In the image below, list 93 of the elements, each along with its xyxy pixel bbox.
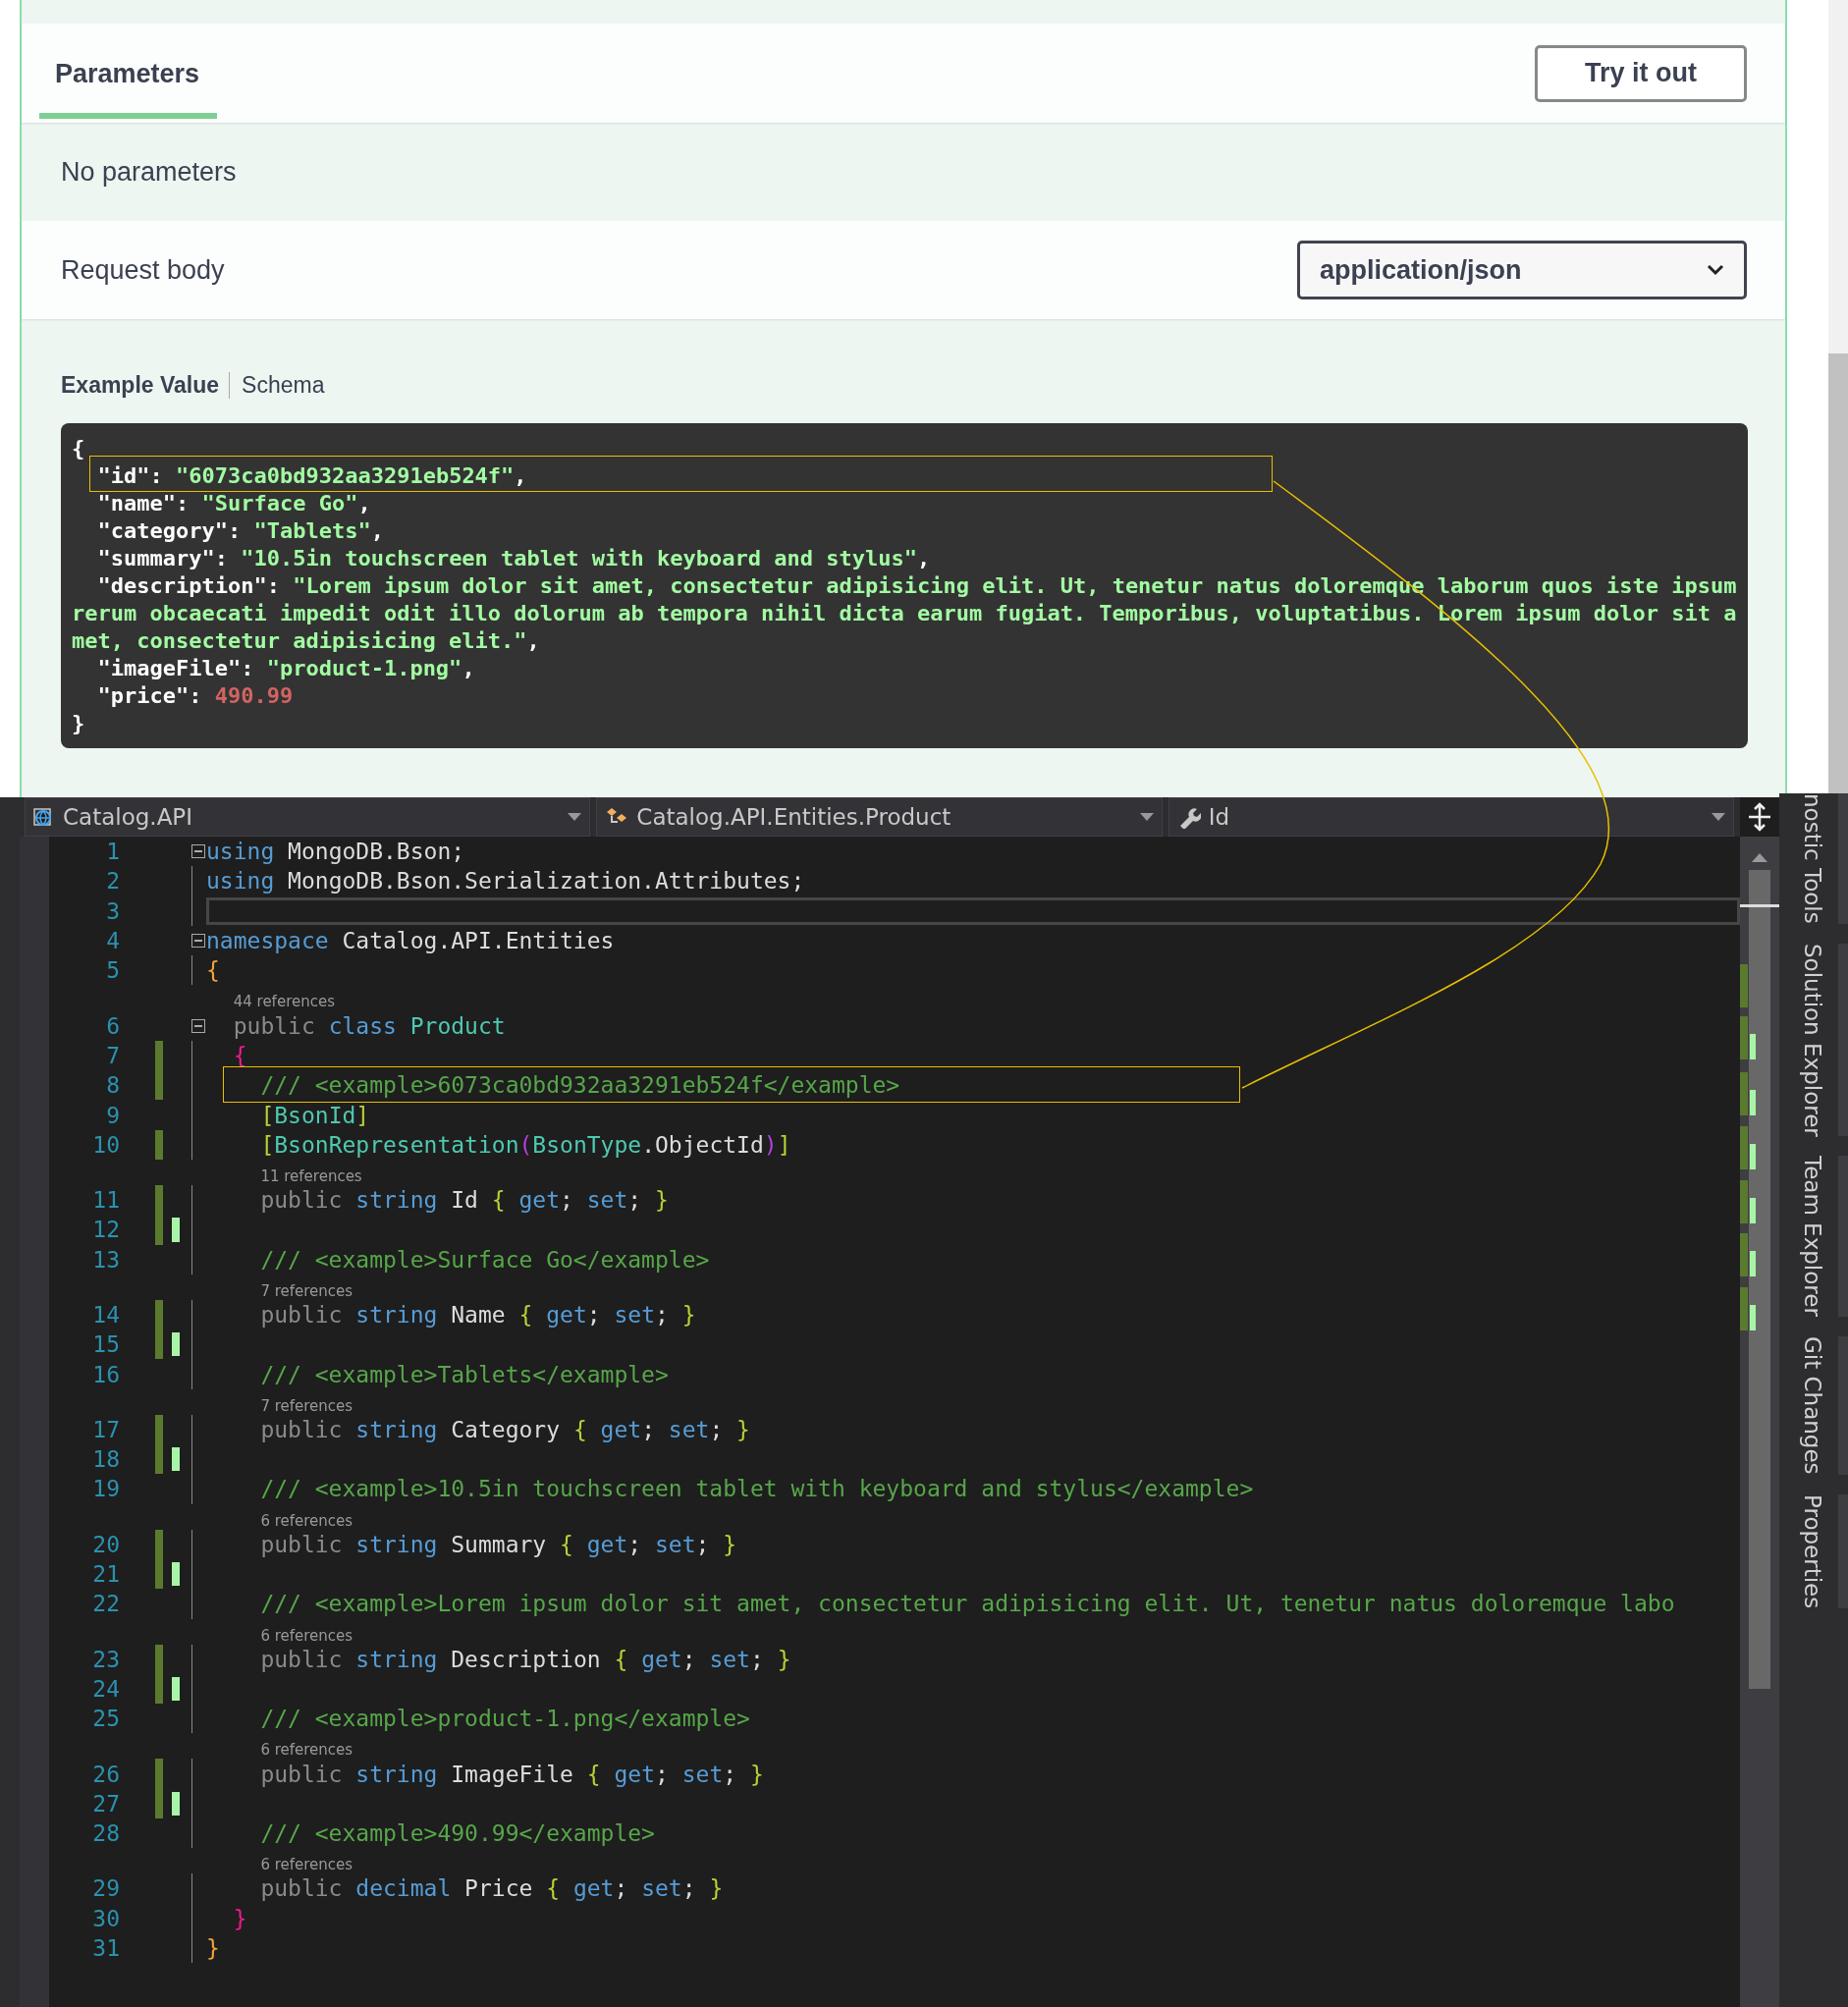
json-line: "category": "Tablets", (96, 518, 384, 543)
line-number: 3 (105, 897, 120, 924)
codelens-references[interactable]: 6 references (260, 1741, 353, 1760)
json-line: "summary": "10.5in touchscreen tablet with keyboard and stylus", (96, 546, 931, 570)
line-number: 25 (91, 1706, 120, 1732)
codelens-references[interactable]: 6 references (260, 1856, 353, 1874)
navigation-dropdown[interactable]: Catalog.API.Entities.Product (596, 797, 1163, 837)
code-line: { (206, 957, 220, 984)
code-line: using MongoDB.Bson; (206, 839, 465, 865)
collapse-icon[interactable] (191, 1018, 205, 1033)
line-number: 23 (91, 1646, 120, 1672)
example-tab[interactable]: Schema (229, 371, 335, 399)
parameters-tab[interactable]: Parameters (39, 37, 218, 119)
code-line: /// <example>product-1.png</example> (259, 1706, 750, 1732)
codelens-references[interactable]: 6 references (260, 1511, 353, 1530)
code-line: /// <example>490.99</example> (259, 1820, 655, 1847)
line-number: 29 (91, 1875, 120, 1902)
line-number: 15 (91, 1331, 120, 1358)
code-line: /// <example>Tablets</example> (259, 1361, 669, 1387)
code-line: public string Category { get; set; } (259, 1416, 750, 1442)
line-number: 19 (91, 1476, 120, 1502)
codelens-references[interactable]: 44 references (233, 993, 335, 1011)
line-number: 30 (91, 1905, 120, 1931)
json-line: "imageFile": "product-1.png", (96, 656, 475, 680)
code-line: public string Name { get; set; } (259, 1302, 696, 1328)
split-icon[interactable] (1747, 802, 1772, 832)
line-number: 26 (91, 1761, 120, 1787)
tool-window-tab[interactable]: Team Explorer (1793, 1156, 1848, 1318)
codelens-references[interactable]: 6 references (260, 1626, 353, 1645)
try-it-out-button[interactable]: Try it out (1535, 44, 1747, 102)
code-line: public decimal Price { get; set; } (259, 1875, 724, 1902)
tool-window-tab[interactable]: nostic Tools (1793, 793, 1848, 924)
collapse-icon[interactable] (191, 934, 205, 949)
no-parameters-text: No parameters (61, 156, 237, 188)
tool-window-tab[interactable]: Git Changes (1793, 1336, 1848, 1475)
line-number: 11 (91, 1187, 120, 1214)
line-number: 10 (91, 1131, 120, 1158)
line-number: 1 (105, 839, 120, 865)
collapse-icon[interactable] (191, 844, 205, 859)
code-line: /// <example>Surface Go</example> (259, 1246, 710, 1273)
line-number: 14 (91, 1302, 120, 1328)
caret-icon (568, 813, 582, 821)
line-number: 31 (91, 1935, 120, 1962)
line-number: 13 (91, 1246, 120, 1273)
line-number: 7 (105, 1042, 120, 1068)
codelens-references[interactable]: 7 references (260, 1396, 353, 1415)
line-number: 24 (91, 1675, 120, 1702)
line-number: 9 (105, 1102, 120, 1128)
line-number: 4 (105, 928, 120, 954)
line-number: 2 (105, 868, 120, 895)
code-line: } (232, 1905, 247, 1931)
line-number: 22 (91, 1591, 120, 1617)
example-tab[interactable]: Example Value (61, 371, 230, 399)
code-line: [BsonId] (259, 1102, 370, 1128)
line-number: 18 (91, 1446, 120, 1473)
caret-icon (1712, 813, 1725, 821)
code-line: using MongoDB.Bson.Serialization.Attributes; (206, 868, 805, 895)
line-number: 21 (91, 1561, 120, 1588)
json-line: "id": "6073ca0bd932aa3291eb524f", (96, 463, 527, 488)
line-number: 16 (91, 1361, 120, 1387)
media-type-select[interactable]: application/json (1297, 241, 1747, 299)
codelens-references[interactable]: 7 references (260, 1281, 353, 1300)
code-line: } (206, 1935, 220, 1962)
tool-window-tab[interactable]: Solution Explorer (1793, 943, 1848, 1137)
json-line: } (72, 711, 85, 735)
code-line: public class Product (232, 1012, 506, 1039)
navigation-dropdown[interactable]: Catalog.API (25, 797, 591, 837)
line-number: 8 (105, 1072, 120, 1099)
code-line: namespace Catalog.API.Entities (206, 928, 615, 954)
tool-window-tab[interactable]: Properties (1793, 1493, 1848, 1609)
line-number: 12 (91, 1217, 120, 1243)
navigation-dropdown[interactable]: Id (1168, 797, 1734, 837)
codelens-references[interactable]: 11 references (260, 1166, 362, 1185)
line-number: 17 (91, 1416, 120, 1442)
code-line: /// <example>10.5in touchscreen tablet with keyboard and stylus</example> (259, 1476, 1254, 1502)
code-line: /// <example>Lorem ipsum dolor sit amet, consectetur adipisicing elit. Ut, tenetur natus doloremque labo (259, 1591, 1675, 1617)
json-line: "price": 490.99 (96, 683, 294, 708)
code-line: public string Summary { get; set; } (259, 1531, 737, 1557)
json-line: "name": "Surface Go", (96, 491, 371, 515)
chevron-down-icon (1707, 264, 1724, 276)
json-line: { (72, 436, 85, 461)
line-number: 5 (105, 957, 120, 984)
code-line: /// <example>6073ca0bd932aa3291eb524f</example> (259, 1072, 900, 1099)
code-line: public string ImageFile { get; set; } (259, 1761, 764, 1787)
line-number: 28 (91, 1820, 120, 1847)
code-line: public string Description { get; set; } (259, 1646, 791, 1672)
code-line: [BsonRepresentation(BsonType.ObjectId)] (259, 1131, 791, 1158)
request-body-label: Request body (61, 254, 225, 286)
line-number: 27 (91, 1790, 120, 1817)
code-line: public string Id { get; set; } (259, 1187, 669, 1214)
line-number: 20 (91, 1531, 120, 1557)
line-number: 6 (105, 1012, 120, 1039)
caret-icon (1139, 813, 1154, 821)
